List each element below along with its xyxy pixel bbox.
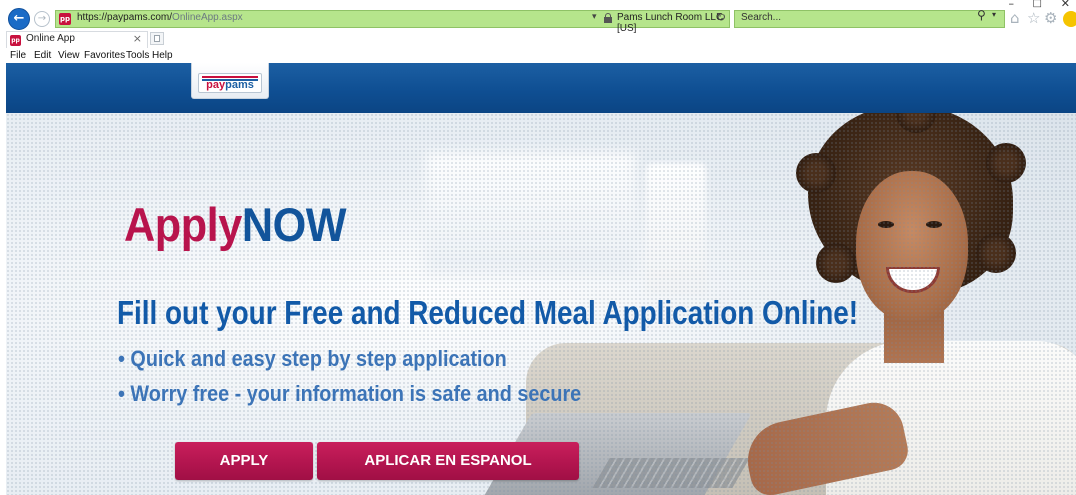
logo-badge: paypams	[198, 73, 262, 93]
headline-now: NOW	[241, 198, 347, 251]
bullet-worry-free: • Worry free - your information is safe …	[118, 381, 582, 406]
address-dropdown-icon[interactable]: ▾	[592, 12, 597, 22]
apply-button[interactable]: APPLY	[175, 442, 313, 480]
new-tab-button[interactable]	[150, 32, 164, 45]
site-favicon-icon: pp	[59, 13, 71, 25]
address-bar-row: ← → pp https://paypams.com/OnlineApp.asp…	[0, 8, 1076, 34]
feedback-smiley-icon[interactable]	[1063, 11, 1076, 27]
search-field[interactable]: Search...	[734, 10, 1005, 28]
search-placeholder: Search...	[741, 12, 782, 23]
address-field[interactable]: pp https://paypams.com/OnlineApp.aspx ▾ …	[55, 10, 730, 34]
menu-help[interactable]: Help	[152, 50, 173, 61]
menu-tools[interactable]: Tools	[126, 50, 149, 61]
logo-text: paypams	[199, 79, 261, 91]
url-text: https://paypams.com/OnlineApp.aspx	[77, 12, 243, 23]
forward-arrow-icon: →	[37, 13, 47, 24]
paypams-logo[interactable]: paypams	[191, 63, 269, 99]
search-dropdown-icon[interactable]: ▾	[992, 10, 996, 19]
menu-favorites[interactable]: Favorites	[84, 50, 125, 61]
menu-bar: File Edit View Favorites Tools Help	[0, 49, 1076, 63]
back-button[interactable]: ←	[8, 8, 30, 30]
tab-title: Online App	[26, 33, 75, 44]
lock-icon[interactable]	[604, 13, 612, 23]
url-path: OnlineApp.aspx	[172, 12, 243, 23]
home-icon[interactable]: ⌂	[1010, 9, 1020, 27]
favorites-star-icon[interactable]: ☆	[1027, 9, 1040, 27]
forward-button[interactable]: →	[34, 11, 50, 27]
hero-banner: ApplyNOW Fill out your Free and Reduced …	[6, 113, 1076, 495]
logo-pams: pams	[225, 79, 254, 91]
menu-edit[interactable]: Edit	[34, 50, 51, 61]
apply-now-headline: ApplyNOW	[124, 197, 347, 252]
bullet-quick-easy: • Quick and easy step by step applicatio…	[118, 346, 507, 371]
gear-icon[interactable]: ⚙	[1044, 9, 1057, 27]
subheadline: Fill out your Free and Reduced Meal Appl…	[117, 294, 859, 331]
menu-view[interactable]: View	[58, 50, 80, 61]
tab-online-app[interactable]: pp Online App ×	[6, 31, 148, 48]
tab-close-icon[interactable]: ×	[133, 32, 142, 45]
toolbar-icons: ⌂ ☆ ⚙	[1010, 8, 1076, 30]
site-header: paypams	[6, 63, 1076, 113]
back-arrow-icon: ←	[13, 11, 25, 26]
url-host: https://paypams.com/	[77, 12, 173, 23]
tab-favicon-icon: pp	[10, 35, 21, 46]
search-icon[interactable]: ⚲	[977, 8, 986, 22]
tab-strip: pp Online App ×	[0, 31, 1076, 48]
headline-apply: Apply	[124, 198, 242, 251]
aplicar-en-espanol-button[interactable]: APLICAR EN ESPANOL	[317, 442, 579, 480]
logo-pay: pay	[206, 79, 226, 91]
refresh-icon[interactable]: ↻	[716, 10, 726, 24]
menu-file[interactable]: File	[10, 50, 26, 61]
